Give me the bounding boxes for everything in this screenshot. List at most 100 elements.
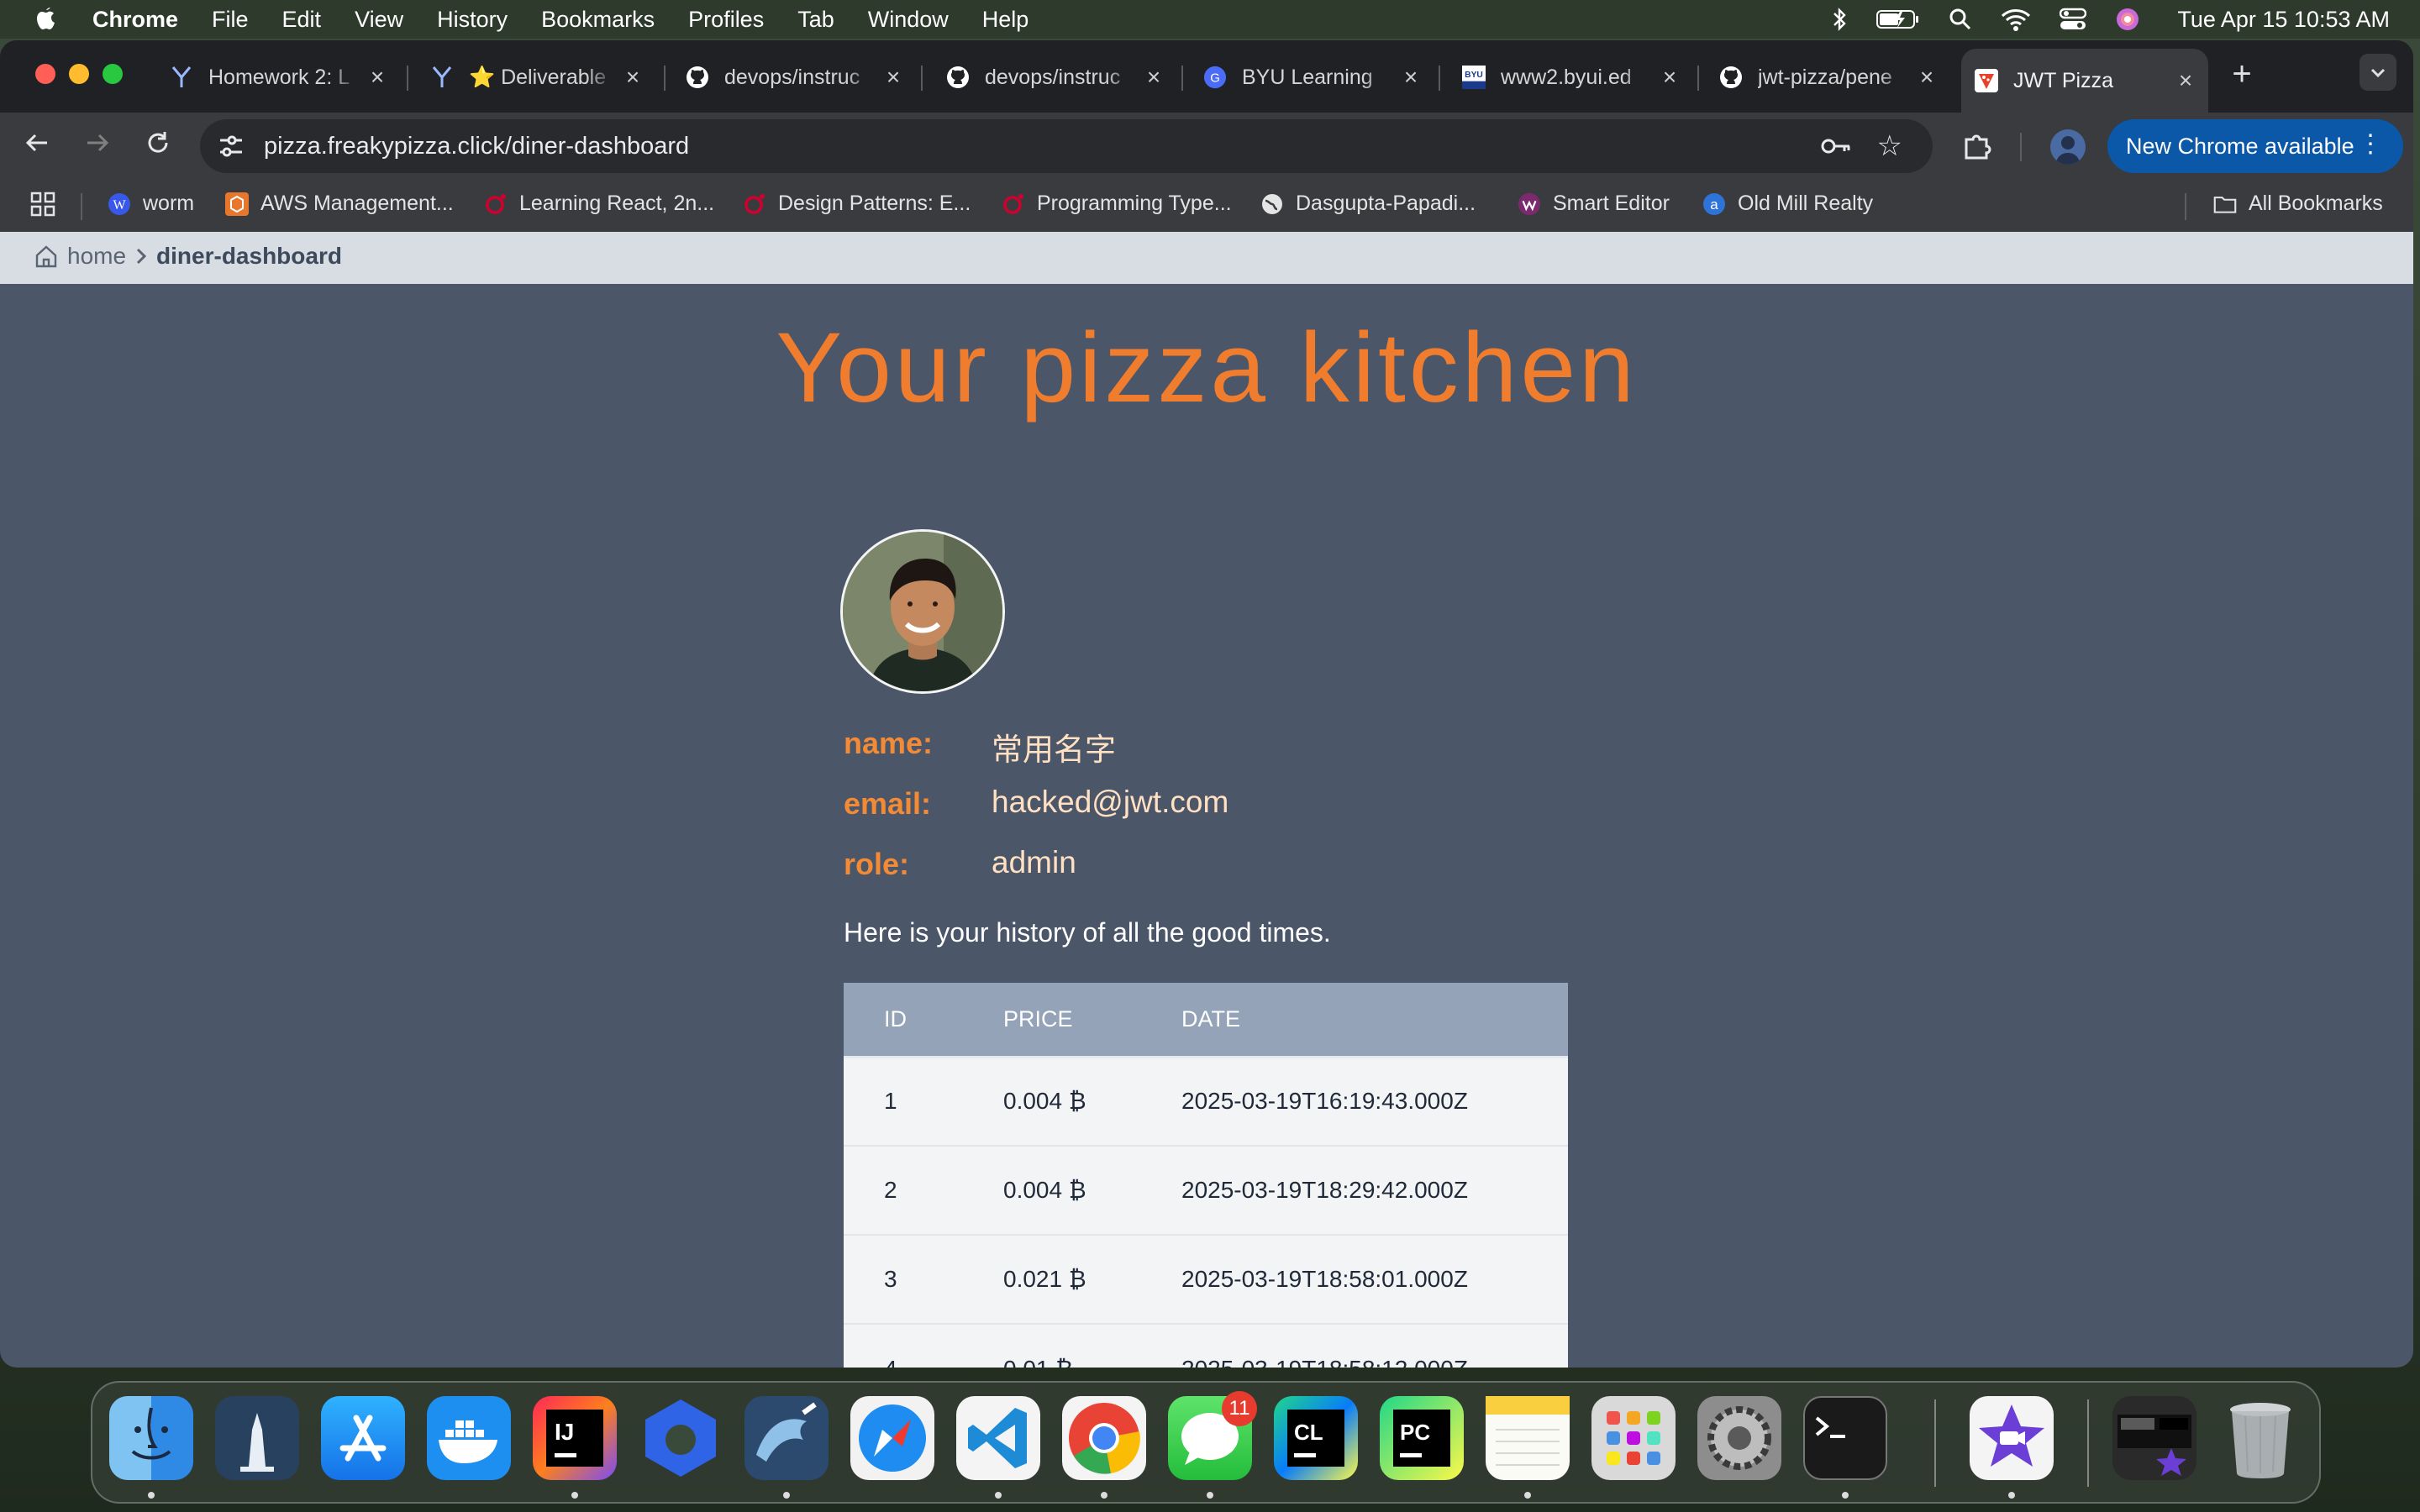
tab-devops-1[interactable]: devops/instruc × [672, 49, 916, 106]
tab-byui[interactable]: BYU www2.byui.ed × [1449, 49, 1692, 106]
new-tab-button[interactable]: + [2225, 57, 2259, 91]
bookmark-old-mill-realty[interactable]: a Old Mill Realty [1702, 192, 1873, 216]
extensions-icon[interactable] [1961, 131, 1991, 161]
vscode-icon[interactable] [956, 1396, 1040, 1480]
tab-jwt-pizza[interactable]: JWT Pizza × [1961, 49, 2208, 113]
new-chrome-available-button[interactable]: New Chrome available ⋮ [2107, 119, 2403, 173]
trash-icon[interactable] [2218, 1396, 2302, 1480]
notes-icon[interactable] [1486, 1396, 1570, 1480]
folder-icon [2213, 192, 2237, 216]
close-tab-icon[interactable]: × [1143, 64, 1165, 91]
all-bookmarks-button[interactable]: All Bookmarks [2213, 192, 2383, 216]
intellij-icon[interactable]: IJ [533, 1396, 617, 1480]
finder-icon[interactable] [109, 1396, 193, 1480]
recent-window-icon[interactable] [2112, 1396, 2196, 1480]
breadcrumb-current[interactable]: diner-dashboard [156, 243, 342, 270]
globe-icon [1260, 192, 1284, 216]
close-tab-icon[interactable]: × [622, 64, 644, 91]
close-tab-icon[interactable]: × [1916, 64, 1938, 91]
safari-icon[interactable] [850, 1396, 934, 1480]
tab-divider [407, 66, 408, 91]
pycharm-icon[interactable]: PC [1380, 1396, 1464, 1480]
bookmark-worm[interactable]: W worm [108, 192, 194, 216]
bookmark-dasgupta[interactable]: Dasgupta-Papadi... [1260, 192, 1476, 216]
byu-learning-icon: G [1203, 66, 1227, 89]
tab-strip: Homework 2: L × ⭐ Deliverable × devops/i… [0, 40, 2413, 113]
tab-deliverable[interactable]: ⭐ Deliverable × [417, 49, 655, 106]
control-center-icon[interactable] [2060, 8, 2087, 31]
launchpad-icon[interactable] [1591, 1396, 1676, 1480]
wifi-icon[interactable] [2001, 8, 2031, 31]
reload-button[interactable] [141, 129, 175, 164]
arrow-left-icon [25, 134, 47, 152]
church-app-icon[interactable] [215, 1396, 299, 1480]
bookmark-smart-editor[interactable]: Smart Editor [1518, 192, 1670, 216]
close-window-button[interactable] [35, 64, 55, 84]
close-tab-icon[interactable]: × [882, 64, 904, 91]
profile-avatar[interactable] [2050, 129, 2086, 165]
tab-divider [664, 66, 666, 91]
order-price: 0.004 ₿ [1003, 1177, 1086, 1203]
system-settings-icon[interactable] [1697, 1396, 1781, 1480]
pizza-icon [1975, 69, 1998, 92]
bluetooth-icon[interactable] [1833, 7, 1848, 32]
home-icon[interactable] [34, 244, 59, 269]
close-tab-icon[interactable]: × [366, 64, 388, 91]
tab-search-button[interactable] [2360, 54, 2396, 91]
navigator-icon[interactable] [639, 1396, 723, 1480]
battery-icon[interactable] [1876, 8, 1920, 30]
siri-icon[interactable] [2115, 7, 2140, 32]
close-tab-icon[interactable]: × [2175, 67, 2196, 94]
menu-edit[interactable]: Edit [282, 7, 322, 33]
chrome-icon[interactable] [1062, 1396, 1146, 1480]
apps-grid-button[interactable] [30, 192, 55, 217]
tab-divider [921, 66, 923, 91]
menu-history[interactable]: History [437, 7, 508, 33]
password-key-icon[interactable] [1820, 133, 1852, 160]
imovie-icon[interactable] [1970, 1396, 2054, 1480]
close-tab-icon[interactable]: × [1400, 64, 1422, 91]
menu-window[interactable]: Window [868, 7, 949, 33]
running-indicator [995, 1492, 1002, 1499]
breadcrumb-home-link[interactable]: home [67, 243, 126, 270]
profile-icon [2055, 136, 2081, 165]
menu-profiles[interactable]: Profiles [688, 7, 764, 33]
messages-icon[interactable]: 11 [1168, 1391, 1257, 1480]
menu-help[interactable]: Help [982, 7, 1029, 33]
github-icon [1719, 66, 1743, 89]
menu-bookmarks[interactable]: Bookmarks [541, 7, 655, 33]
address-bar[interactable]: pizza.freakypizza.click/diner-dashboard … [200, 119, 1933, 173]
spotlight-icon[interactable] [1949, 8, 1972, 31]
clion-icon[interactable]: CL [1274, 1396, 1358, 1480]
close-tab-icon[interactable]: × [1659, 64, 1681, 91]
tab-homework[interactable]: Homework 2: L × [156, 49, 400, 106]
minimize-window-button[interactable] [69, 64, 89, 84]
site-settings-icon[interactable] [218, 134, 244, 158]
bookmark-learning-react[interactable]: Learning React, 2n... [484, 192, 714, 216]
tab-jwt-pizza-pentest[interactable]: jwt-pizza/pene × [1706, 49, 1949, 106]
bookmark-star-icon[interactable]: ☆ [1877, 129, 1902, 163]
menu-view[interactable]: View [355, 7, 403, 33]
apple-menu-icon[interactable] [34, 6, 59, 33]
menubar-clock[interactable]: Tue Apr 15 10:53 AM [2177, 7, 2390, 33]
back-button[interactable] [20, 129, 54, 164]
svg-text:PC: PC [1400, 1420, 1430, 1445]
docker-icon[interactable] [427, 1396, 511, 1480]
tab-byu-learning[interactable]: G BYU Learning × [1190, 49, 1434, 106]
app-store-icon[interactable] [321, 1396, 405, 1480]
bookmark-design-patterns[interactable]: Design Patterns: E... [743, 192, 971, 216]
forward-button[interactable] [81, 129, 114, 164]
menu-file[interactable]: File [212, 7, 249, 33]
zoom-window-button[interactable] [103, 64, 123, 84]
terminal-icon[interactable] [1803, 1396, 1887, 1480]
mysql-workbench-icon[interactable] [744, 1396, 829, 1480]
avatar [840, 529, 1005, 694]
bookmark-aws[interactable]: AWS Management... [225, 192, 454, 216]
bookmark-label: Learning React, 2n... [519, 192, 715, 215]
more-menu-icon[interactable]: ⋮ [2358, 129, 2383, 159]
tab-devops-2[interactable]: devops/instruc × [933, 49, 1176, 106]
bookmark-programming-type[interactable]: Programming Type... [1002, 192, 1232, 216]
url-text[interactable]: pizza.freakypizza.click/diner-dashboard [264, 133, 689, 160]
menu-tab[interactable]: Tab [797, 7, 834, 33]
menu-app-name[interactable]: Chrome [92, 7, 178, 33]
